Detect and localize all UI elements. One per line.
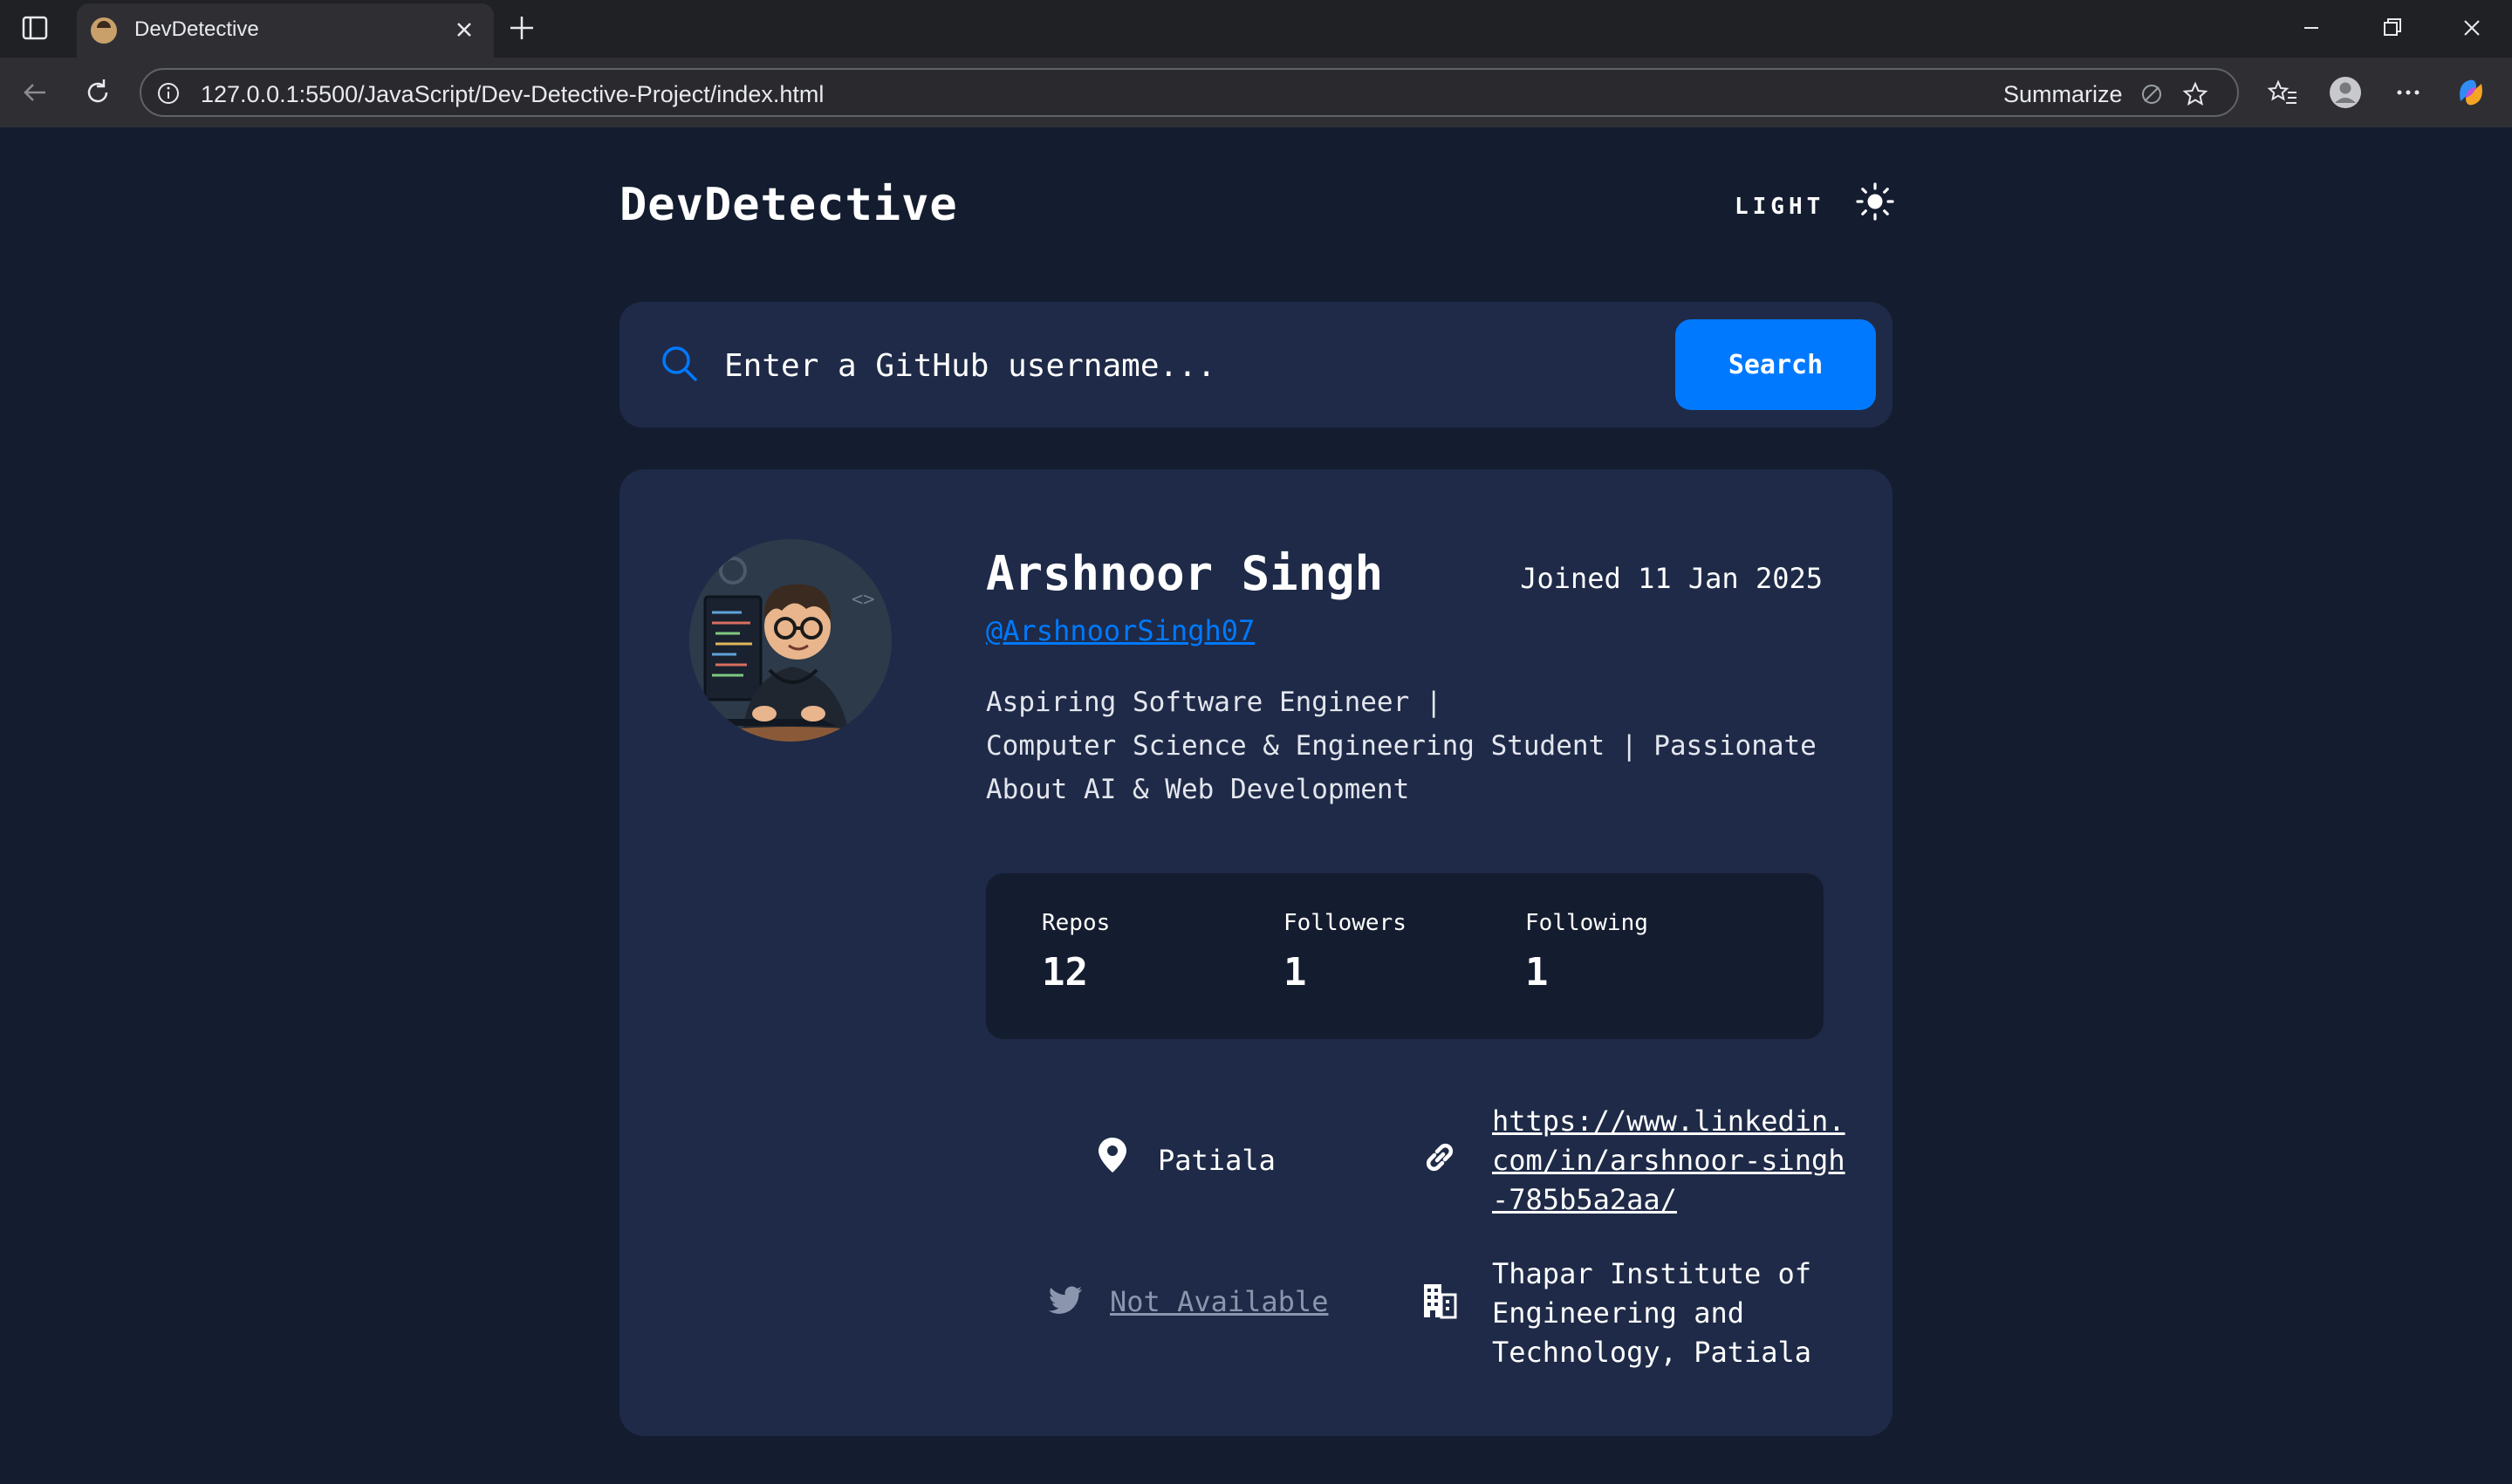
following-label: Following [1525, 910, 1648, 936]
bio-line: Computer Science & Engineering Student |… [986, 730, 1817, 762]
repos-stat: Repos 12 [1042, 910, 1269, 995]
url-text[interactable]: 127.0.0.1:5500/JavaScript/Dev-Detective-… [201, 81, 824, 108]
profile-avatar: <> [689, 539, 892, 742]
followers-label: Followers [1283, 910, 1407, 936]
repos-count: 12 [1042, 950, 1088, 995]
twitter-link[interactable]: Not Available [1110, 1282, 1328, 1322]
following-count: 1 [1525, 950, 1549, 995]
developer-avatar-illustration: <> [689, 539, 892, 742]
company-line: Thapar Institute of [1492, 1257, 1812, 1290]
close-tab-icon[interactable] [450, 16, 478, 44]
close-window-icon[interactable] [2452, 10, 2492, 45]
repos-label: Repos [1042, 910, 1111, 936]
more-options-icon[interactable] [2391, 75, 2426, 110]
blog-link[interactable]: https://www.linkedin. com/in/arshnoor-si… [1492, 1102, 1845, 1220]
blog-line: -785b5a2aa/ [1492, 1183, 1677, 1216]
bio-line: About AI & Web Development [986, 774, 1410, 805]
theme-label: LIGHT [1735, 194, 1825, 220]
followers-stat: Followers 1 [1283, 910, 1510, 995]
profile-card: <> Arshnoor Singh Joined 11 Jan 2025 @Ar… [619, 469, 1893, 1436]
browser-tab[interactable]: DevDetective [77, 3, 494, 58]
favorite-star-icon[interactable] [2181, 80, 2209, 108]
company-building-icon [1424, 1284, 1457, 1319]
new-tab-icon[interactable] [506, 12, 537, 44]
stats-panel: Repos 12 Followers 1 Following 1 [986, 873, 1824, 1039]
tab-actions-icon[interactable] [19, 12, 51, 44]
minimize-icon[interactable] [2291, 10, 2331, 45]
link-icon [1426, 1143, 1454, 1172]
favorites-icon[interactable] [2265, 75, 2300, 110]
summarize-button[interactable]: Summarize [2003, 81, 2123, 108]
blog-line: https://www.linkedin. [1492, 1104, 1845, 1138]
copilot-icon[interactable] [2454, 75, 2488, 110]
company-line: Engineering and [1492, 1296, 1744, 1330]
username-search-input[interactable] [722, 340, 1424, 391]
company-line: Technology, Patiala [1492, 1336, 1812, 1369]
profile-handle-link[interactable]: @ArshnoorSingh07 [986, 614, 1255, 647]
back-icon[interactable] [17, 75, 52, 110]
blog-line: com/in/arshnoor-singh [1492, 1144, 1845, 1177]
browser-toolbar: 127.0.0.1:5500/JavaScript/Dev-Detective-… [0, 58, 2512, 127]
bio-line: Aspiring Software Engineer | [986, 687, 1442, 718]
search-icon [662, 346, 697, 381]
location-text: Patiala [1158, 1144, 1276, 1177]
sun-icon [1856, 182, 1894, 221]
theme-toggle[interactable]: LIGHT [1735, 180, 1895, 232]
profile-avatar-icon[interactable] [2328, 75, 2363, 110]
profile-name: Arshnoor Singh [986, 546, 1384, 601]
detective-favicon-icon [91, 17, 117, 44]
restore-icon[interactable] [2372, 10, 2412, 45]
search-bar: Search [619, 302, 1893, 427]
joined-date: Joined 11 Jan 2025 [1520, 562, 1823, 595]
brand-title: DevDetective [619, 179, 958, 231]
following-stat: Following 1 [1525, 910, 1752, 995]
company-text: Thapar Institute of Engineering and Tech… [1492, 1255, 1811, 1372]
location-pin-icon [1099, 1138, 1126, 1173]
svg-text:<>: <> [852, 589, 875, 611]
profile-bio: Aspiring Software Engineer | Computer Sc… [986, 680, 1824, 811]
search-button[interactable]: Search [1675, 319, 1876, 410]
site-info-icon[interactable] [155, 80, 181, 106]
twitter-icon [1049, 1286, 1082, 1314]
browser-tabbar: DevDetective [0, 0, 2512, 58]
copilot-summarize-icon[interactable] [2138, 80, 2166, 108]
tab-title: DevDetective [134, 17, 259, 41]
address-bar[interactable]: 127.0.0.1:5500/JavaScript/Dev-Detective-… [140, 68, 2239, 117]
reload-icon[interactable] [80, 75, 115, 110]
followers-count: 1 [1283, 950, 1307, 995]
